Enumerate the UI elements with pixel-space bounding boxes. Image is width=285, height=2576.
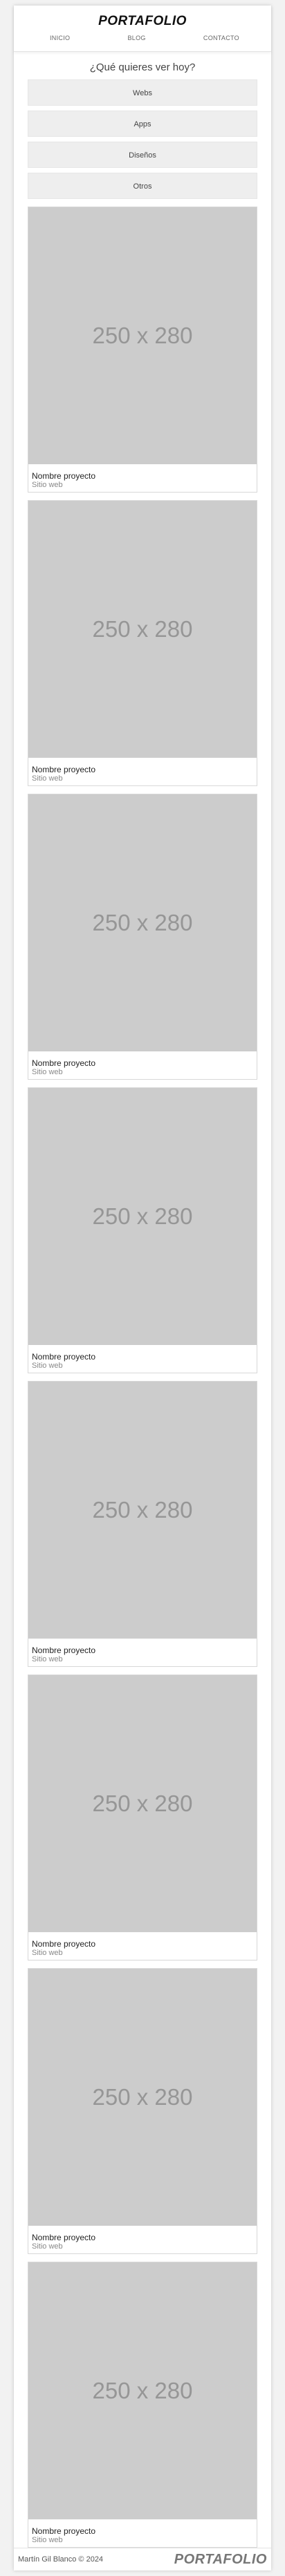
project-card[interactable]: 250 x 280 Nombre proyecto Sitio web [28, 500, 257, 786]
project-card[interactable]: 250 x 280 Nombre proyecto Sitio web [28, 1675, 257, 1960]
filter-button-disenos[interactable]: Diseños [28, 142, 257, 168]
filter-button-apps[interactable]: Apps [28, 111, 257, 137]
copyright-text: Martín Gil Blanco © 2024 [18, 2555, 104, 2564]
project-info: Nombre proyecto Sitio web [28, 1051, 257, 1077]
project-category: Sitio web [32, 1362, 63, 1370]
site-footer: Martín Gil Blanco © 2024 PORTAFOLIO [14, 2548, 271, 2570]
project-category: Sitio web [32, 774, 63, 783]
project-image-placeholder: 250 x 280 [28, 207, 257, 464]
footer-logo[interactable]: PORTAFOLIO [174, 2552, 267, 2568]
project-title: Nombre proyecto [32, 471, 96, 481]
nav-link-inicio[interactable]: INICIO [50, 35, 70, 41]
project-info: Nombre proyecto Sitio web [28, 1639, 257, 1664]
project-card[interactable]: 250 x 280 Nombre proyecto Sitio web [28, 1968, 257, 2254]
project-category: Sitio web [32, 1655, 63, 1663]
main-nav: INICIO BLOG CONTACTO [14, 35, 271, 41]
project-title: Nombre proyecto [32, 765, 96, 774]
project-image-placeholder: 250 x 280 [28, 1088, 257, 1345]
project-info: Nombre proyecto Sitio web [28, 2519, 257, 2545]
site-header: PORTAFOLIO INICIO BLOG CONTACTO [14, 6, 271, 52]
project-info: Nombre proyecto Sitio web [28, 1345, 257, 1371]
project-category: Sitio web [32, 2242, 63, 2251]
filter-button-otros[interactable]: Otros [28, 173, 257, 199]
project-category: Sitio web [32, 1068, 63, 1076]
project-card[interactable]: 250 x 280 Nombre proyecto Sitio web [28, 2262, 257, 2548]
project-card[interactable]: 250 x 280 Nombre proyecto Sitio web [28, 1381, 257, 1667]
project-category: Sitio web [32, 2536, 63, 2544]
project-image-placeholder: 250 x 280 [28, 1675, 257, 1932]
project-image-placeholder: 250 x 280 [28, 794, 257, 1051]
filter-button-webs[interactable]: Webs [28, 79, 257, 106]
project-card[interactable]: 250 x 280 Nombre proyecto Sitio web [28, 207, 257, 493]
project-image-placeholder: 250 x 280 [28, 2262, 257, 2519]
project-card[interactable]: 250 x 280 Nombre proyecto Sitio web [28, 1087, 257, 1373]
project-title: Nombre proyecto [32, 2233, 96, 2242]
filter-heading: ¿Qué quieres ver hoy? [89, 61, 196, 73]
project-category: Sitio web [32, 1949, 63, 1957]
project-title: Nombre proyecto [32, 1645, 96, 1655]
project-category: Sitio web [32, 481, 63, 489]
page-container: PORTAFOLIO INICIO BLOG CONTACTO ¿Qué qui… [14, 6, 271, 2570]
project-title: Nombre proyecto [32, 1058, 96, 1068]
project-info: Nombre proyecto Sitio web [28, 464, 257, 490]
filter-buttons: Webs Apps Diseños Otros [28, 79, 257, 199]
project-image-placeholder: 250 x 280 [28, 1382, 257, 1639]
project-list: 250 x 280 Nombre proyecto Sitio web 250 … [28, 207, 257, 2555]
project-title: Nombre proyecto [32, 1352, 96, 1362]
project-image-placeholder: 250 x 280 [28, 501, 257, 758]
project-title: Nombre proyecto [32, 1939, 96, 1949]
project-info: Nombre proyecto Sitio web [28, 758, 257, 783]
project-image-placeholder: 250 x 280 [28, 1969, 257, 2226]
project-info: Nombre proyecto Sitio web [28, 2226, 257, 2251]
project-card[interactable]: 250 x 280 Nombre proyecto Sitio web [28, 794, 257, 1080]
nav-link-blog[interactable]: BLOG [128, 35, 146, 41]
project-title: Nombre proyecto [32, 2526, 96, 2536]
project-info: Nombre proyecto Sitio web [28, 1932, 257, 1958]
site-logo[interactable]: PORTAFOLIO [14, 6, 271, 30]
nav-link-contacto[interactable]: CONTACTO [203, 35, 239, 41]
